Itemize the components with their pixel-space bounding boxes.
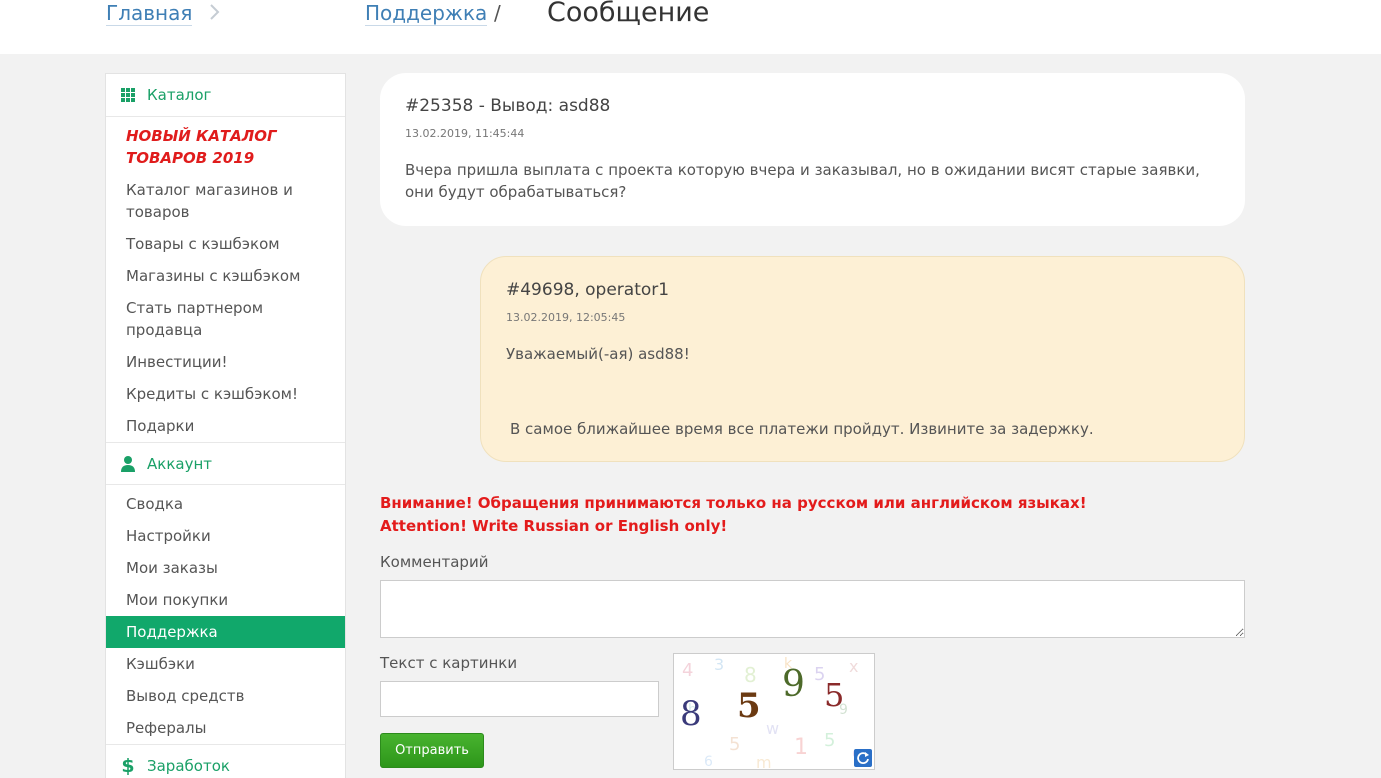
captcha-noise: 4 3 8 k 5 x h 5 w 1 5 e 6 m 9 8 5 9 5 xyxy=(680,655,862,770)
submit-button[interactable]: Отправить xyxy=(380,733,484,768)
sidebar-item-withdrawal[interactable]: Вывод средств xyxy=(106,680,345,712)
header: Главная Поддержка / Сообщение xyxy=(0,0,1381,54)
sidebar-section-label: Каталог xyxy=(147,86,212,104)
svg-text:w: w xyxy=(766,719,779,738)
sidebar-item-my-purchases[interactable]: Мои покупки xyxy=(106,584,345,616)
chevron-right-icon xyxy=(210,4,220,20)
svg-text:m: m xyxy=(756,753,772,770)
captcha-digit: 5 xyxy=(824,676,844,714)
svg-text:x: x xyxy=(849,657,858,676)
captcha-image: 4 3 8 k 5 x h 5 w 1 5 e 6 m 9 8 5 9 5 xyxy=(673,653,875,770)
svg-text:5: 5 xyxy=(729,734,740,755)
message-body: Вчера пришла выплата с проекта которую в… xyxy=(405,161,1200,201)
sidebar-section-earnings[interactable]: $ Заработок xyxy=(106,744,345,778)
sidebar-item-cashback-shops[interactable]: Магазины с кэшбэком xyxy=(106,260,345,292)
svg-text:3: 3 xyxy=(714,655,724,674)
sidebar-item-investments[interactable]: Инвестиции! xyxy=(106,346,345,378)
message-title: #25358 - Вывод: asd88 xyxy=(405,96,611,116)
breadcrumb-separator: / xyxy=(494,1,501,25)
sidebar-item-cashbacks[interactable]: Кэшбэки xyxy=(106,648,345,680)
comment-label: Комментарий xyxy=(380,553,489,571)
sidebar-item-referrals[interactable]: Рефералы xyxy=(106,712,345,744)
message-greeting: Уважаемый(-ая) asd88! xyxy=(506,345,690,363)
breadcrumb-home-link[interactable]: Главная xyxy=(106,1,193,26)
page-title: Сообщение xyxy=(547,0,710,28)
sidebar-item-credits[interactable]: Кредиты с кэшбэком! xyxy=(106,378,345,410)
account-list: Сводка Настройки Мои заказы Мои покупки … xyxy=(106,485,345,744)
svg-text:5: 5 xyxy=(824,730,835,751)
sidebar-item-gifts[interactable]: Подарки xyxy=(106,410,345,442)
svg-text:4: 4 xyxy=(682,660,693,681)
captcha-digit: 5 xyxy=(737,686,761,726)
grid-icon xyxy=(118,86,138,104)
message-operator: #49698, operator1 13.02.2019, 12:05:45 У… xyxy=(480,256,1245,462)
sidebar-section-label: Заработок xyxy=(147,756,230,775)
breadcrumb-support-link[interactable]: Поддержка xyxy=(365,1,488,26)
sidebar-item-support[interactable]: Поддержка xyxy=(106,616,345,648)
sidebar: Каталог НОВЫЙ КАТАЛОГ ТОВАРОВ 2019 Катал… xyxy=(105,73,346,778)
sidebar-section-account[interactable]: Аккаунт xyxy=(106,442,345,485)
sidebar-item-become-partner[interactable]: Стать партнером продавца xyxy=(106,292,345,346)
sidebar-item-settings[interactable]: Настройки xyxy=(106,520,345,552)
sidebar-item-shops-catalog[interactable]: Каталог магазинов и товаров xyxy=(106,174,345,228)
sidebar-section-label: Аккаунт xyxy=(147,454,212,473)
sidebar-section-catalog[interactable]: Каталог xyxy=(106,74,345,117)
sidebar-item-new-catalog[interactable]: НОВЫЙ КАТАЛОГ ТОВАРОВ 2019 xyxy=(106,120,345,174)
warning-en: Attention! Write Russian or English only… xyxy=(380,517,728,535)
svg-text:8: 8 xyxy=(744,663,757,687)
user-icon xyxy=(118,455,138,473)
sidebar-item-cashback-goods[interactable]: Товары с кэшбэком xyxy=(106,228,345,260)
message-user: #25358 - Вывод: asd88 13.02.2019, 11:45:… xyxy=(380,73,1245,226)
sidebar-item-my-orders[interactable]: Мои заказы xyxy=(106,552,345,584)
warning-ru: Внимание! Обращения принимаются только н… xyxy=(380,494,1087,512)
message-date: 13.02.2019, 12:05:45 xyxy=(506,311,626,324)
dollar-icon: $ xyxy=(121,754,135,777)
captcha-label: Текст с картинки xyxy=(380,654,518,672)
language-warning: Внимание! Обращения принимаются только н… xyxy=(380,492,1087,538)
sidebar-item-summary[interactable]: Сводка xyxy=(106,488,345,520)
captcha-digit: 9 xyxy=(782,664,805,705)
message-body: В самое ближайшее время все платежи прой… xyxy=(510,420,1094,438)
catalog-list: НОВЫЙ КАТАЛОГ ТОВАРОВ 2019 Каталог магаз… xyxy=(106,117,345,442)
captcha-digit: 8 xyxy=(680,694,702,734)
comment-textarea[interactable] xyxy=(380,580,1245,638)
message-date: 13.02.2019, 11:45:44 xyxy=(405,127,525,140)
captcha-input[interactable] xyxy=(380,681,659,717)
message-title: #49698, operator1 xyxy=(506,280,670,300)
svg-text:1: 1 xyxy=(794,735,808,760)
svg-text:6: 6 xyxy=(704,754,713,770)
refresh-captcha-icon[interactable] xyxy=(854,749,872,767)
